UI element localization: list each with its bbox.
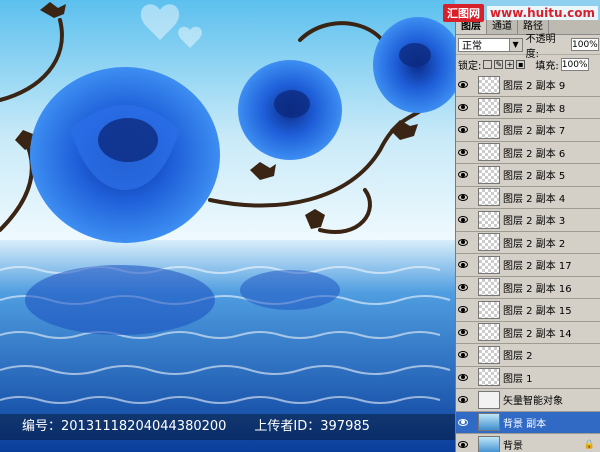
blend-row: 正常 ▼ 不透明度: 100% bbox=[456, 34, 600, 60]
layer-thumbnail bbox=[478, 165, 500, 184]
watermark-brand: 汇图网 bbox=[443, 4, 485, 22]
layer-row[interactable]: 背景 🔒 bbox=[456, 434, 600, 452]
opacity-label: 不透明度: bbox=[525, 33, 556, 60]
image-id: 编号：20131118204044380200 bbox=[22, 419, 227, 434]
layers-panel: 图层 通道 路径 正常 ▼ 不透明度: 100% 锁定: ✎ + ▪ 填充: 1… bbox=[455, 20, 600, 452]
lock-all-icon[interactable]: ▪ bbox=[516, 60, 526, 69]
layer-thumbnail bbox=[478, 210, 500, 229]
eye-icon[interactable] bbox=[456, 373, 470, 381]
layer-row[interactable]: 背景 副本 bbox=[456, 411, 600, 434]
eye-icon[interactable] bbox=[456, 103, 470, 111]
layer-name: 图层 2 副本 8 bbox=[503, 103, 566, 115]
lock-image-icon[interactable]: ✎ bbox=[494, 60, 504, 69]
eye-icon[interactable] bbox=[456, 171, 470, 179]
layer-row[interactable]: 图层 2 副本 9 bbox=[456, 74, 600, 97]
layer-thumbnail bbox=[478, 345, 500, 364]
layer-row[interactable]: 图层 2 bbox=[456, 344, 600, 367]
eye-icon[interactable] bbox=[456, 441, 470, 449]
layer-thumbnail bbox=[478, 390, 500, 409]
image-caption: 编号：20131118204044380200 上传者ID：397985 bbox=[0, 414, 455, 440]
layer-thumbnail bbox=[478, 120, 500, 139]
eye-icon[interactable] bbox=[456, 396, 470, 404]
layer-thumbnail bbox=[478, 233, 500, 252]
watermark-url: www.huitu.com bbox=[487, 6, 598, 20]
layer-name: 矢量智能对象 bbox=[503, 396, 563, 408]
layer-name: 图层 2 副本 6 bbox=[503, 148, 566, 160]
blend-mode-value: 正常 bbox=[462, 41, 482, 52]
layer-name: 图层 2 副本 14 bbox=[503, 328, 572, 340]
layer-name: 图层 2 副本 17 bbox=[503, 261, 572, 273]
blend-mode-select[interactable]: 正常 ▼ bbox=[458, 37, 523, 52]
tab-channels[interactable]: 通道 bbox=[487, 20, 518, 34]
layer-name: 图层 2 副本 2 bbox=[503, 238, 566, 250]
layer-thumbnail bbox=[478, 413, 500, 432]
layer-row[interactable]: 图层 2 副本 2 bbox=[456, 232, 600, 254]
eye-icon[interactable] bbox=[456, 283, 470, 291]
layer-row[interactable]: 图层 2 副本 3 bbox=[456, 209, 600, 232]
layer-row[interactable]: 图层 2 副本 17 bbox=[456, 254, 600, 277]
layer-row[interactable]: 图层 1 bbox=[456, 367, 600, 389]
lock-position-icon[interactable]: + bbox=[505, 60, 515, 69]
image-canvas: 编号：20131118204044380200 上传者ID：397985 bbox=[0, 0, 455, 452]
layer-row[interactable]: 图层 2 副本 6 bbox=[456, 142, 600, 164]
eye-icon[interactable] bbox=[456, 193, 470, 201]
layer-row[interactable]: 图层 2 副本 7 bbox=[456, 119, 600, 142]
watermark: 汇图网 www.huitu.com bbox=[443, 4, 598, 22]
layer-thumbnail bbox=[478, 368, 500, 387]
eye-icon[interactable] bbox=[456, 126, 470, 134]
eye-icon[interactable] bbox=[456, 238, 470, 246]
eye-icon[interactable] bbox=[456, 418, 470, 426]
lock-icon: 🔒 bbox=[583, 439, 595, 450]
layer-row[interactable]: 矢量智能对象 bbox=[456, 389, 600, 412]
lock-label: 锁定: bbox=[458, 61, 482, 72]
tab-layers[interactable]: 图层 bbox=[456, 20, 487, 34]
eye-icon[interactable] bbox=[456, 148, 470, 156]
eye-icon[interactable] bbox=[456, 328, 470, 336]
fill-input[interactable]: 100% bbox=[560, 58, 589, 71]
layer-name: 图层 2 副本 9 bbox=[503, 81, 566, 93]
eye-icon[interactable] bbox=[456, 216, 470, 224]
layer-name: 图层 2 副本 3 bbox=[503, 216, 566, 228]
layer-row[interactable]: 图层 2 副本 15 bbox=[456, 299, 600, 322]
layer-name: 图层 2 bbox=[503, 351, 533, 363]
chevron-down-icon: ▼ bbox=[508, 38, 522, 51]
opacity-input[interactable]: 100% bbox=[571, 38, 599, 51]
layer-thumbnail bbox=[478, 300, 500, 319]
layer-row[interactable]: 图层 2 副本 4 bbox=[456, 187, 600, 209]
layer-name: 图层 2 副本 16 bbox=[503, 283, 572, 295]
layer-name: 图层 2 副本 5 bbox=[503, 171, 566, 183]
layer-row[interactable]: 图层 2 副本 14 bbox=[456, 322, 600, 344]
lock-transparency-icon[interactable] bbox=[483, 60, 493, 69]
layer-row[interactable]: 图层 2 副本 16 bbox=[456, 277, 600, 299]
layer-list: 图层 2 副本 9 图层 2 副本 8 图层 2 副本 7 图层 2 副本 6 图层 2… bbox=[456, 74, 600, 452]
layer-thumbnail bbox=[478, 98, 500, 117]
layer-row[interactable]: 图层 2 副本 8 bbox=[456, 97, 600, 119]
layer-thumbnail bbox=[478, 188, 500, 207]
layer-row[interactable]: 图层 2 副本 5 bbox=[456, 164, 600, 187]
fill-label: 填充: bbox=[535, 61, 559, 72]
layer-name: 图层 1 bbox=[503, 373, 533, 385]
layer-name: 图层 2 副本 7 bbox=[503, 126, 566, 138]
layer-thumbnail bbox=[478, 143, 500, 162]
eye-icon[interactable] bbox=[456, 306, 470, 314]
layer-name: 图层 2 副本 4 bbox=[503, 193, 566, 205]
layer-thumbnail bbox=[478, 323, 500, 342]
uploader-id: 上传者ID：397985 bbox=[254, 419, 370, 434]
layer-thumbnail bbox=[478, 255, 500, 274]
eye-icon[interactable] bbox=[456, 351, 470, 359]
layer-thumbnail bbox=[478, 435, 500, 452]
layer-thumbnail bbox=[478, 75, 500, 94]
layer-thumbnail bbox=[478, 278, 500, 297]
eye-icon[interactable] bbox=[456, 261, 470, 269]
layer-name: 图层 2 副本 15 bbox=[503, 306, 572, 318]
layer-name: 背景 副本 bbox=[503, 418, 547, 430]
eye-icon[interactable] bbox=[456, 81, 470, 89]
layer-name: 背景 bbox=[503, 441, 523, 452]
